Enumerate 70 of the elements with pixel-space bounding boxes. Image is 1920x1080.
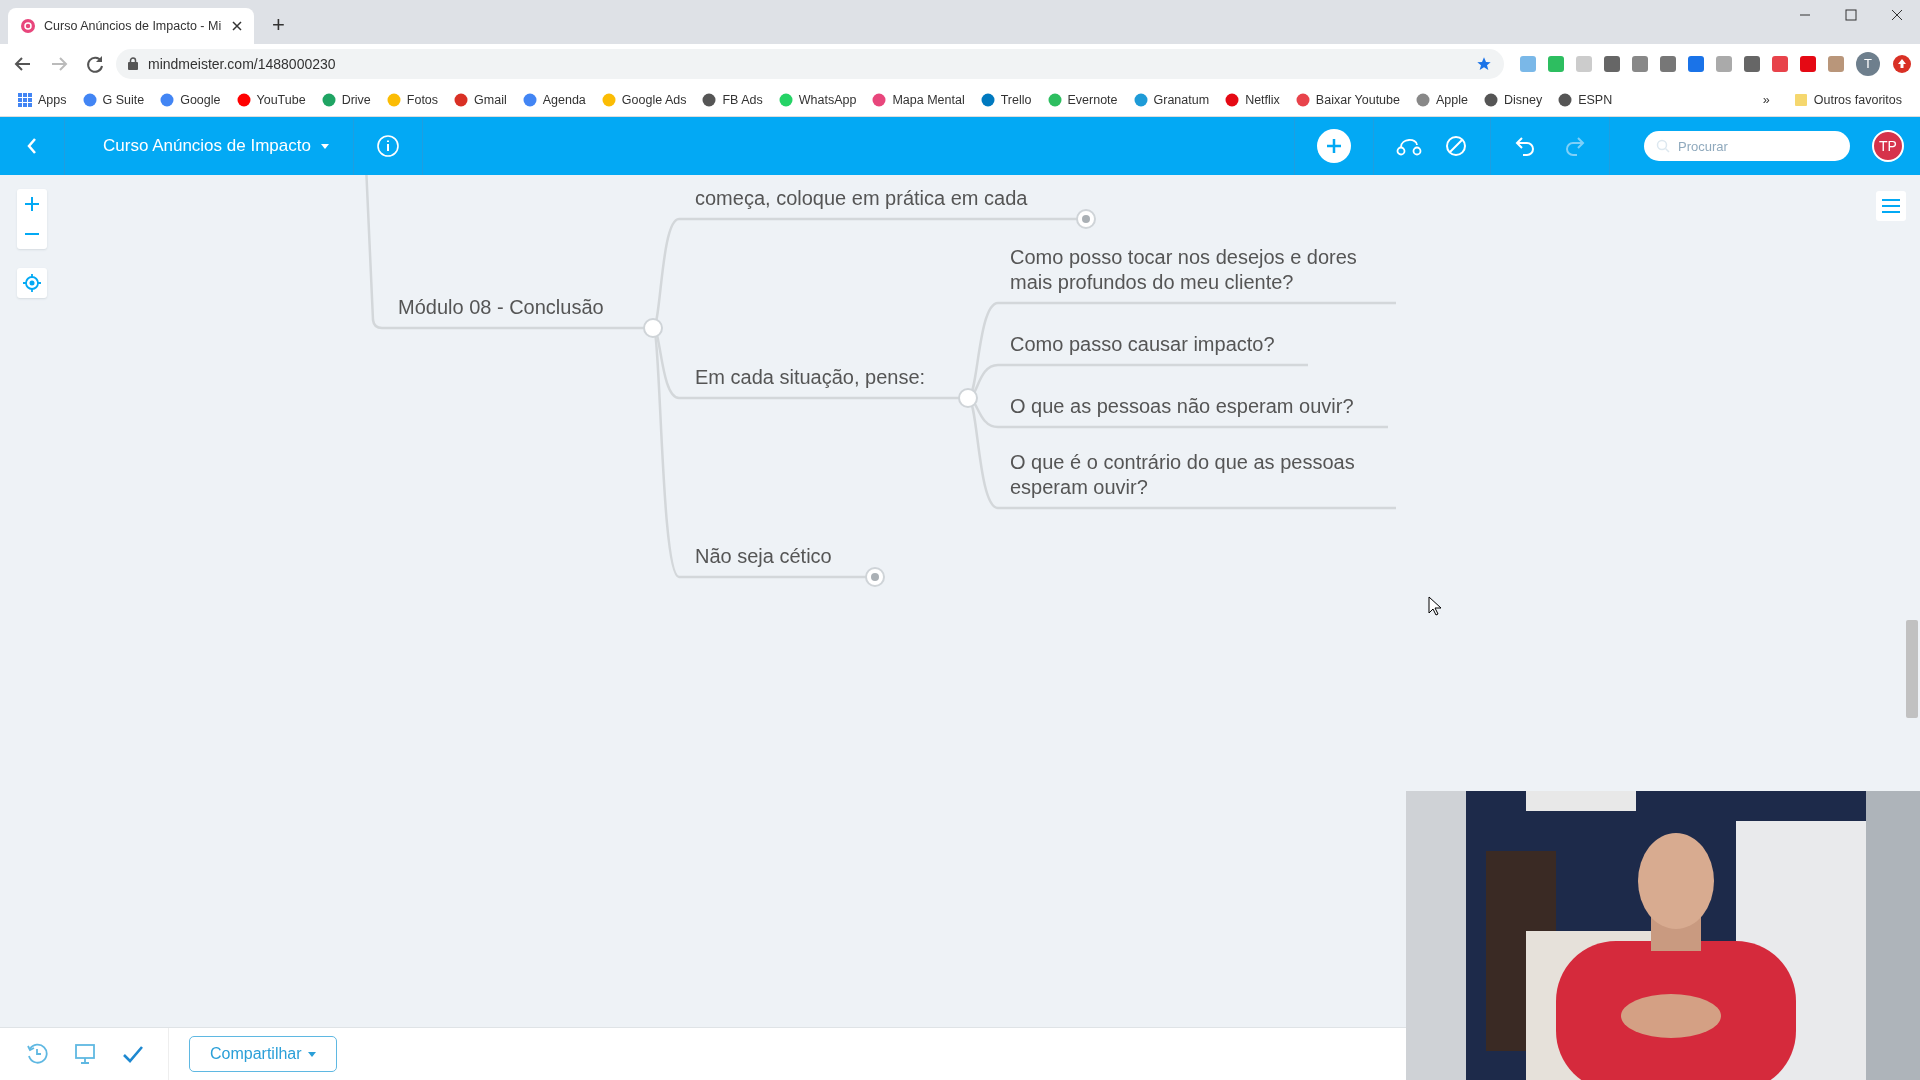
extension-icon[interactable] [1772, 55, 1788, 72]
node-text[interactable]: O que é o contrário do que as pessoas esperam ouvir? [1010, 450, 1380, 500]
node-text[interactable]: Como passo causar impacto? [1010, 332, 1410, 357]
new-tab-button[interactable]: + [268, 12, 289, 38]
bookmark-link[interactable]: ESPN [1550, 92, 1621, 107]
center-icon[interactable] [23, 274, 41, 292]
no-entry-icon[interactable] [1444, 134, 1468, 158]
folder-icon [1793, 92, 1808, 107]
node-handle[interactable] [1076, 209, 1096, 229]
extension-icon[interactable] [1800, 55, 1816, 72]
bookmark-link[interactable]: Netflix [1217, 92, 1288, 107]
search-field[interactable]: Procurar [1644, 131, 1850, 161]
bookmark-link[interactable]: Agenda [514, 92, 594, 107]
node-text[interactable]: Como posso tocar nos desejos e dores mais profundos do meu cliente? [1010, 245, 1380, 295]
close-icon[interactable] [232, 21, 242, 31]
extension-icon[interactable] [1548, 55, 1564, 72]
node-handle[interactable] [865, 567, 885, 587]
bookmark-link[interactable]: Granatum [1125, 92, 1218, 107]
node-text[interactable]: Módulo 08 - Conclusão [398, 295, 658, 320]
extension-icon[interactable] [1604, 55, 1620, 72]
bookmark-link[interactable]: Google [152, 92, 229, 107]
scrollbar-thumb[interactable] [1906, 620, 1918, 718]
caret-icon [320, 143, 329, 149]
address-bar[interactable]: mindmeister.com/1488000230 [116, 48, 1504, 79]
node-text[interactable]: Em cada situação, pense: [695, 365, 1095, 390]
user-avatar[interactable]: TP [1872, 130, 1904, 162]
undo-icon[interactable] [1513, 136, 1537, 156]
bookmark-link[interactable]: Baixar Youtube [1287, 92, 1408, 107]
extension-icon[interactable] [1688, 55, 1704, 72]
info-icon[interactable] [375, 134, 400, 158]
history-icon[interactable] [26, 1043, 48, 1065]
cursor-icon [1428, 596, 1442, 616]
bookmark-link[interactable]: Evernote [1039, 92, 1126, 107]
bookmark-folder[interactable]: Outros favoritos [1785, 92, 1910, 107]
lock-icon [128, 57, 138, 70]
bookmark-link[interactable]: Mapa Mental [864, 92, 973, 107]
add-icon[interactable] [1317, 129, 1351, 163]
node-text[interactable]: O que as pessoas não esperam ouvir? [1010, 394, 1410, 419]
extension-icon[interactable] [1632, 55, 1648, 72]
mindmeister-icon [20, 18, 36, 34]
zoom-in-icon[interactable] [25, 197, 39, 211]
node-handle[interactable] [643, 318, 663, 338]
bookmark-link[interactable]: Google Ads [593, 92, 695, 107]
profile-avatar[interactable]: T [1856, 51, 1880, 76]
browser-tab[interactable]: Curso Anúncios de Impacto - Mi [8, 8, 254, 44]
menu-icon[interactable] [1882, 199, 1900, 213]
extension-icon[interactable] [1660, 55, 1676, 72]
extension-icon[interactable] [1744, 55, 1760, 72]
more-bookmarks-button[interactable]: » [1754, 92, 1778, 107]
bookmark-link[interactable]: Drive [313, 92, 379, 107]
node-handle[interactable] [958, 388, 978, 408]
node-text[interactable]: Não seja cético [695, 544, 1095, 569]
update-icon[interactable] [1892, 53, 1912, 74]
bookmark-link[interactable]: WhatsApp [770, 92, 865, 107]
connect-icon[interactable] [1396, 136, 1422, 156]
bookmark-link[interactable]: Apple [1407, 92, 1476, 107]
bookmark-link[interactable]: Fotos [378, 92, 447, 107]
extension-icon[interactable] [1828, 55, 1844, 72]
bookmark-link[interactable]: Trello [972, 92, 1040, 107]
bookmark-link[interactable]: Disney [1475, 92, 1551, 107]
bookmark-link[interactable]: Gmail [446, 92, 515, 107]
bookmark-link[interactable]: Apps [10, 92, 75, 107]
node-text[interactable]: começa, coloque em prática em cada [695, 186, 1095, 211]
bookmark-link[interactable]: G Suite [74, 92, 153, 107]
caret-icon [307, 1051, 316, 1057]
redo-icon[interactable] [1563, 136, 1587, 156]
bookmark-link[interactable]: FB Ads [694, 92, 771, 107]
presentation-icon[interactable] [74, 1043, 96, 1065]
bookmark-link[interactable]: YouTube [228, 92, 314, 107]
star-icon[interactable] [1476, 55, 1492, 72]
